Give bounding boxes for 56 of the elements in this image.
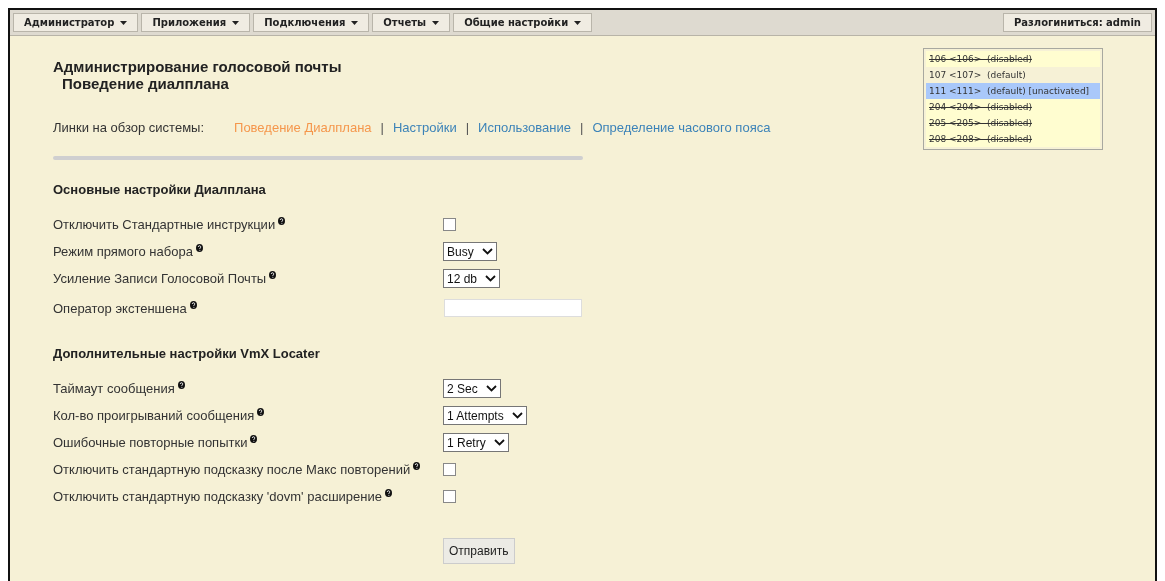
links-label: Линки на обзор системы: [53, 120, 205, 135]
field-label: Усиление Записи Голосовой Почты [53, 271, 267, 286]
field-label: Таймаут сообщения [53, 381, 175, 396]
dropdown[interactable]: 1 Attempts [443, 406, 527, 425]
field-label: Отключить стандартную подсказку после Макс повторений [53, 462, 411, 477]
page-title: Администрирование голосовой почты [53, 58, 342, 75]
field-label: Отключить стандартную подсказку 'dovm' расширение [53, 489, 382, 504]
field-label: Ошибочные повторные попытки [53, 435, 248, 450]
submit-button[interactable]: Отправить [443, 538, 515, 564]
field-label: Кол-во проигрываний сообщения [53, 408, 255, 423]
dropdown[interactable]: 12 db [443, 269, 501, 288]
checkbox[interactable] [443, 490, 456, 503]
help-icon[interactable] [189, 300, 197, 309]
caret-icon [432, 20, 440, 25]
dropdown[interactable]: 1 Retry [443, 433, 509, 452]
caret-icon [351, 20, 359, 25]
dropdown[interactable]: Busy [443, 242, 497, 261]
chevron-down-icon [485, 275, 497, 282]
dropdown[interactable]: 2 Sec [443, 379, 501, 398]
menu-button[interactable]: Подключения [253, 13, 370, 32]
nav-link[interactable]: Настройки [392, 120, 457, 135]
help-icon[interactable] [385, 489, 392, 497]
field-label: Отключить Стандартные инструкции [53, 217, 276, 232]
nav-link[interactable]: Определение часового пояса [592, 120, 771, 135]
help-icon[interactable] [195, 244, 203, 252]
menu-button[interactable]: Администратор [13, 13, 139, 32]
field-label: Оператор экстеншена [53, 300, 187, 316]
chevron-down-icon [481, 248, 493, 255]
page-subtitle: Поведение диалплана [62, 75, 229, 92]
checkbox[interactable] [443, 463, 456, 476]
nav-link[interactable]: Использование [478, 120, 571, 135]
help-icon[interactable] [278, 217, 286, 225]
chevron-down-icon [485, 385, 497, 392]
help-icon[interactable] [269, 271, 277, 279]
logout-button[interactable]: Разлогиниться: admin [1002, 13, 1152, 32]
menu-button[interactable]: Общие настройки [453, 13, 593, 32]
separator: | [380, 120, 384, 135]
chevron-down-icon [511, 412, 523, 419]
help-icon[interactable] [413, 462, 421, 470]
caret-icon [120, 20, 128, 25]
menu-button[interactable]: Отчеты [372, 13, 451, 32]
input-field[interactable] [444, 299, 582, 317]
section-heading: Основные настройки Диалплана [53, 182, 267, 197]
separator: | [465, 120, 470, 135]
field-label: Режим прямого набора [53, 244, 193, 259]
extension-item[interactable]: 111 <111> (default) [unactivated] [926, 83, 1100, 99]
help-icon[interactable] [177, 381, 185, 389]
help-icon[interactable] [250, 435, 258, 443]
caret-icon [574, 20, 582, 25]
separator: | [580, 120, 584, 135]
caret-icon [232, 20, 240, 25]
menu-button[interactable]: Приложения [141, 13, 251, 32]
help-icon[interactable] [257, 408, 265, 416]
checkbox[interactable] [443, 218, 456, 231]
section-heading: Дополнительные настройки VmX Locater [53, 346, 321, 361]
chevron-down-icon [493, 439, 505, 446]
